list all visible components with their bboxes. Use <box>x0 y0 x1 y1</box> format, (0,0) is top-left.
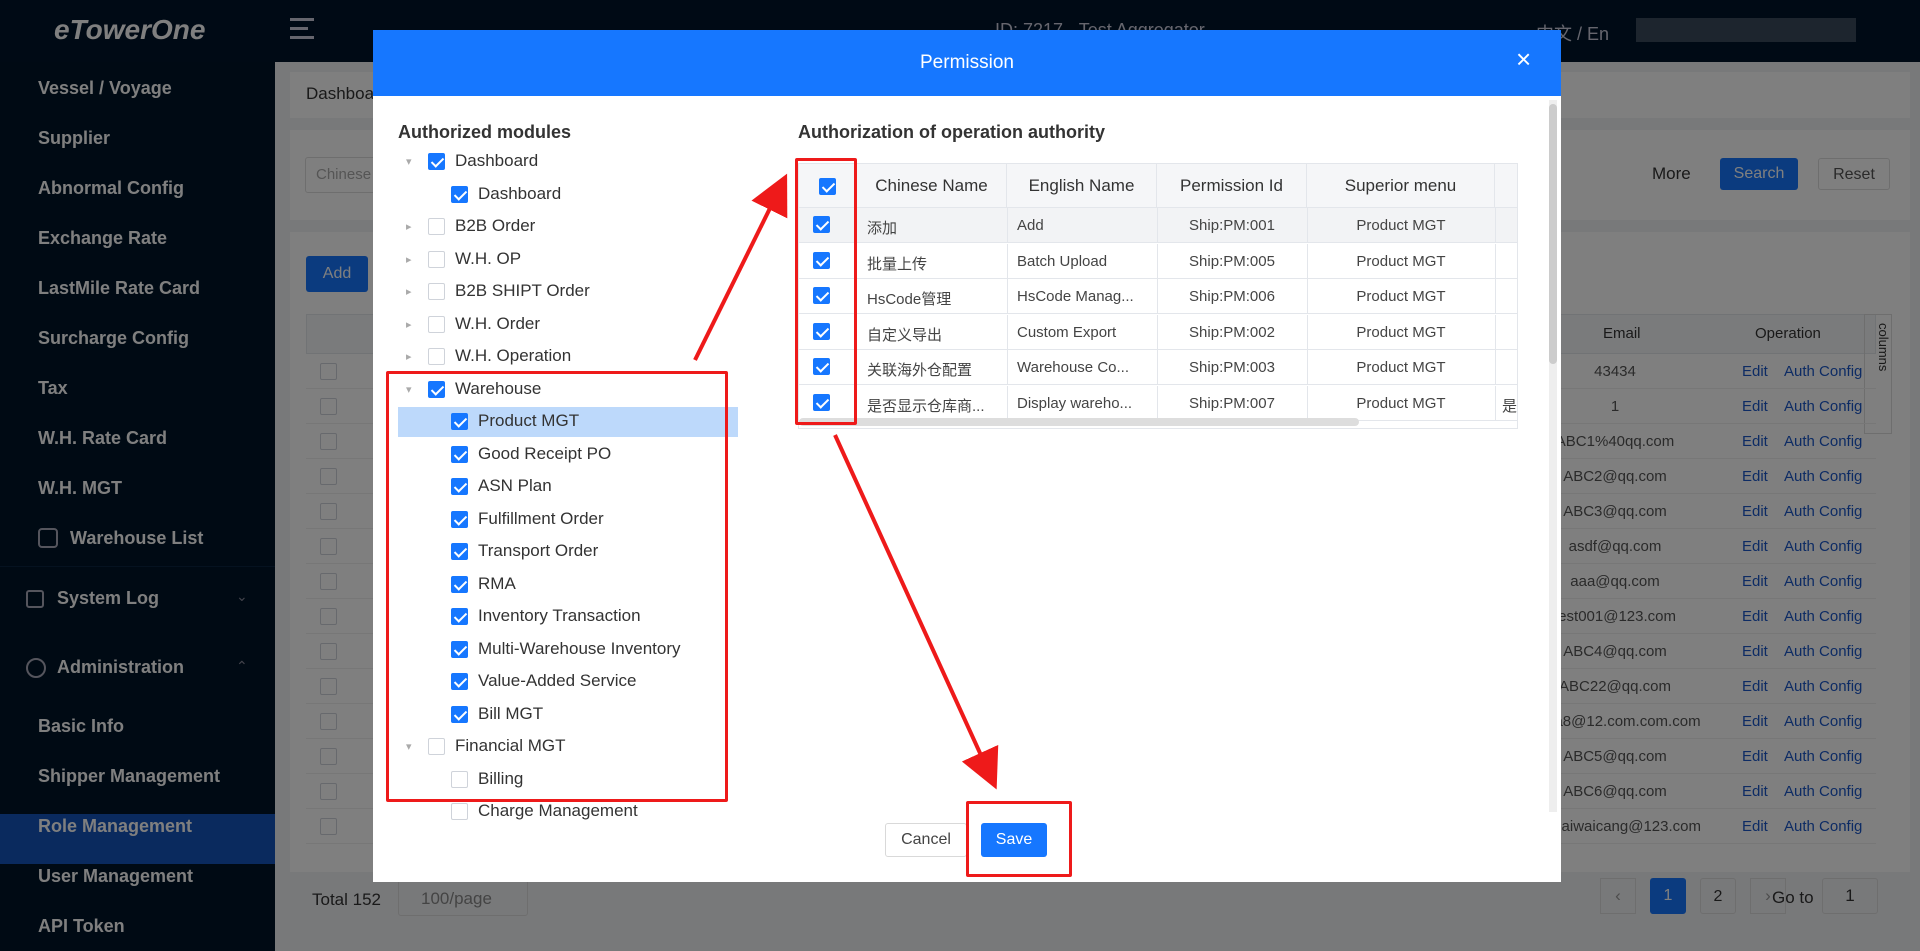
annotation-arrows <box>693 173 999 790</box>
arrow-to-save <box>833 434 999 790</box>
arrow-to-checkbox-column <box>693 173 788 361</box>
